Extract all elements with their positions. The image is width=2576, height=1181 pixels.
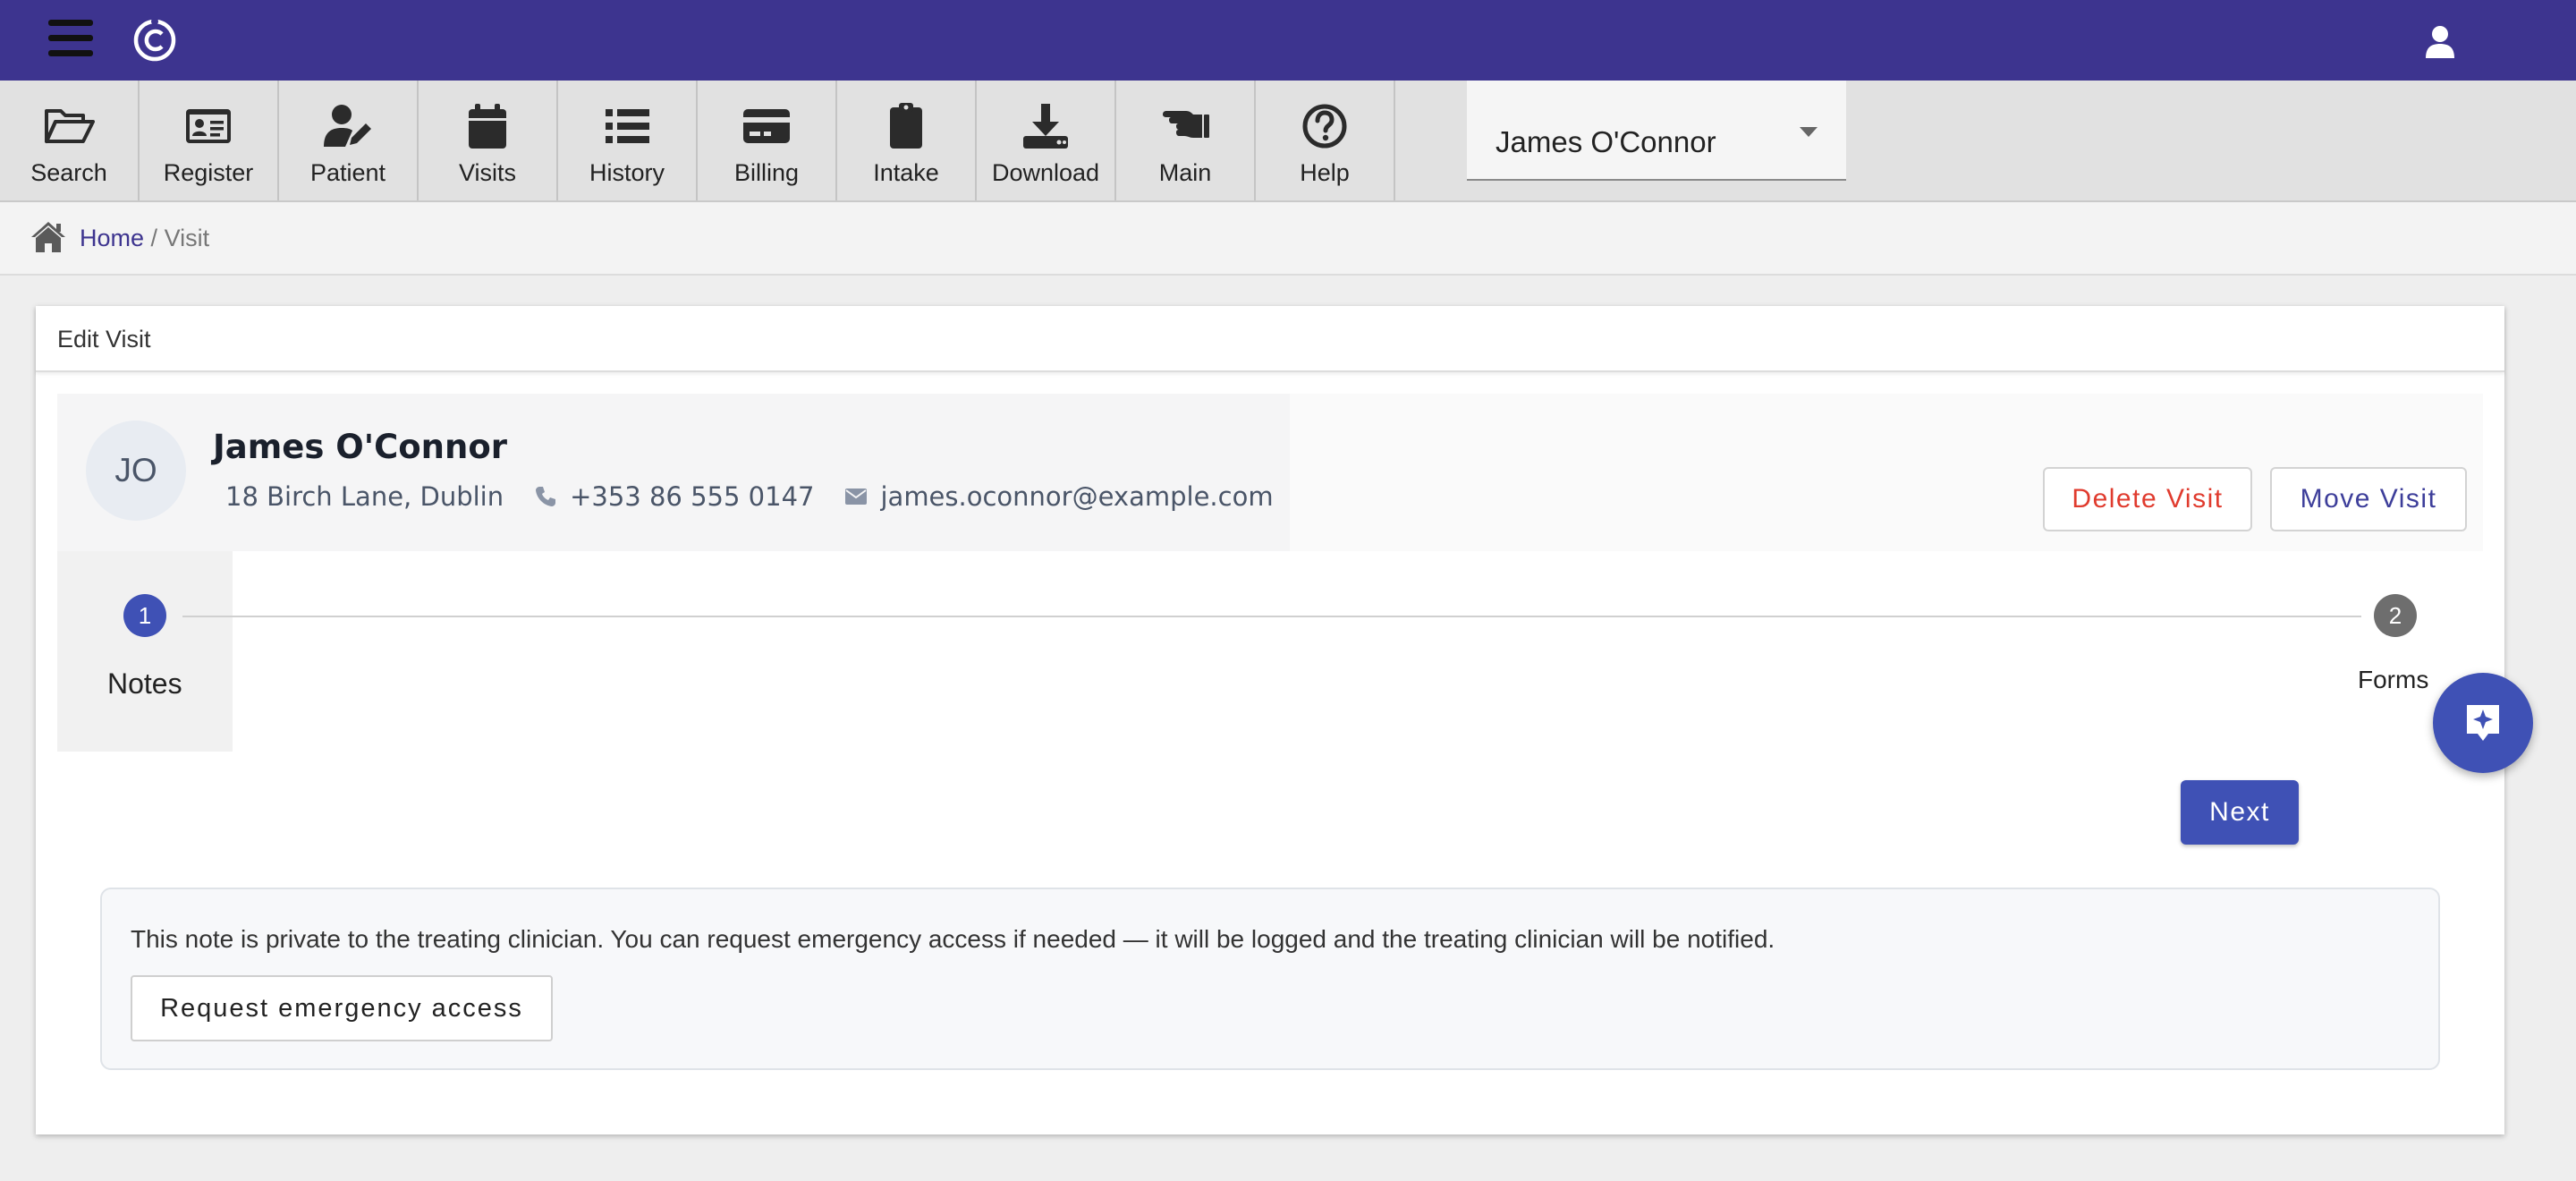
toolbar-patient[interactable]: Patient (279, 81, 419, 200)
hamburger-menu-icon[interactable] (48, 20, 93, 57)
download-icon (1023, 104, 1068, 149)
patient-phone: +353 86 555 0147 (570, 481, 815, 512)
edit-visit-card: Edit Visit JO James O'Connor 18 Birch La… (36, 306, 2504, 1134)
card-title: Edit Visit (57, 326, 151, 353)
toolbar-label: Search (30, 159, 107, 186)
patient-details: 18 Birch Lane, Dublin +353 86 555 0147 j… (225, 481, 1274, 512)
top-app-bar (0, 0, 2576, 81)
id-card-icon (186, 109, 231, 143)
toolbar-intake[interactable]: Intake (837, 81, 977, 200)
private-note-notice: This note is private to the treating cli… (100, 888, 2440, 1070)
phone-icon (536, 487, 556, 506)
patient-select-value: James O'Connor (1496, 125, 1716, 158)
patient-email: james.oconnor@example.com (880, 481, 1274, 512)
app-logo-icon[interactable] (132, 18, 177, 63)
question-circle-icon (1302, 104, 1347, 149)
toolbar-label: Intake (873, 159, 939, 186)
step-1-circle[interactable]: 1 (123, 594, 166, 637)
main-toolbar: Search Register Patient Visits History B… (0, 81, 2576, 202)
breadcrumb-separator: / (150, 225, 158, 251)
stepper: 1 Notes 2 Forms (57, 551, 2483, 752)
toolbar-download[interactable]: Download (977, 81, 1116, 200)
folder-open-icon (45, 109, 95, 143)
card-header: Edit Visit (36, 306, 2504, 372)
request-emergency-access-button[interactable]: Request emergency access (131, 975, 553, 1041)
calendar-icon (469, 104, 506, 149)
toolbar-label: Register (163, 159, 254, 186)
toolbar-main[interactable]: Main (1116, 81, 1256, 200)
toolbar-register[interactable]: Register (140, 81, 279, 200)
user-account-icon[interactable] (2424, 24, 2456, 60)
step-2-circle[interactable]: 2 (2374, 594, 2417, 637)
envelope-icon (845, 489, 868, 505)
toolbar-label: Download (991, 159, 1100, 186)
stepper-connector (182, 616, 2361, 617)
toolbar-history[interactable]: History (558, 81, 698, 200)
user-edit-icon (324, 105, 371, 147)
chevron-down-icon (1800, 127, 1818, 137)
toolbar-visits[interactable]: Visits (419, 81, 558, 200)
breadcrumb-current: Visit (164, 225, 210, 251)
patient-select[interactable]: James O'Connor (1467, 81, 1846, 181)
toolbar-label: Help (1300, 159, 1350, 186)
toolbar-label: Visits (458, 159, 517, 186)
clipboard-icon (890, 103, 922, 149)
breadcrumb: Home / Visit (0, 202, 2576, 276)
step-content: Next This note is private to the treatin… (57, 752, 2483, 1113)
patient-info-panel: JO James O'Connor 18 Birch Lane, Dublin … (57, 394, 1290, 551)
toolbar-label: Patient (309, 159, 386, 186)
patient-name: James O'Connor (213, 428, 507, 466)
toolbar-label: Main (1158, 159, 1212, 186)
home-icon[interactable] (30, 220, 67, 254)
card-body: JO James O'Connor 18 Birch Lane, Dublin … (57, 394, 2483, 1113)
list-icon (606, 109, 649, 143)
next-button[interactable]: Next (2181, 780, 2299, 845)
toolbar-label: Billing (733, 159, 800, 186)
hand-point-left-icon (1163, 111, 1209, 138)
delete-visit-button[interactable]: Delete Visit (2043, 467, 2252, 531)
toolbar-label: History (589, 159, 665, 186)
toolbar-help[interactable]: Help (1256, 81, 1395, 200)
breadcrumb-home-link[interactable]: Home (80, 225, 144, 251)
move-visit-button[interactable]: Move Visit (2270, 467, 2467, 531)
toolbar-search[interactable]: Search (0, 81, 140, 200)
credit-card-icon (743, 109, 790, 143)
step-1-label[interactable]: Notes (107, 667, 182, 701)
toolbar-billing[interactable]: Billing (698, 81, 837, 200)
ai-assistant-fab[interactable] (2433, 673, 2533, 773)
step-notes[interactable] (57, 551, 233, 752)
patient-address: 18 Birch Lane, Dublin (225, 481, 504, 512)
avatar: JO (86, 421, 186, 521)
step-2-label[interactable]: Forms (2358, 666, 2428, 694)
sparkle-chat-icon (2467, 705, 2499, 741)
notice-text: This note is private to the treating cli… (131, 925, 1775, 953)
